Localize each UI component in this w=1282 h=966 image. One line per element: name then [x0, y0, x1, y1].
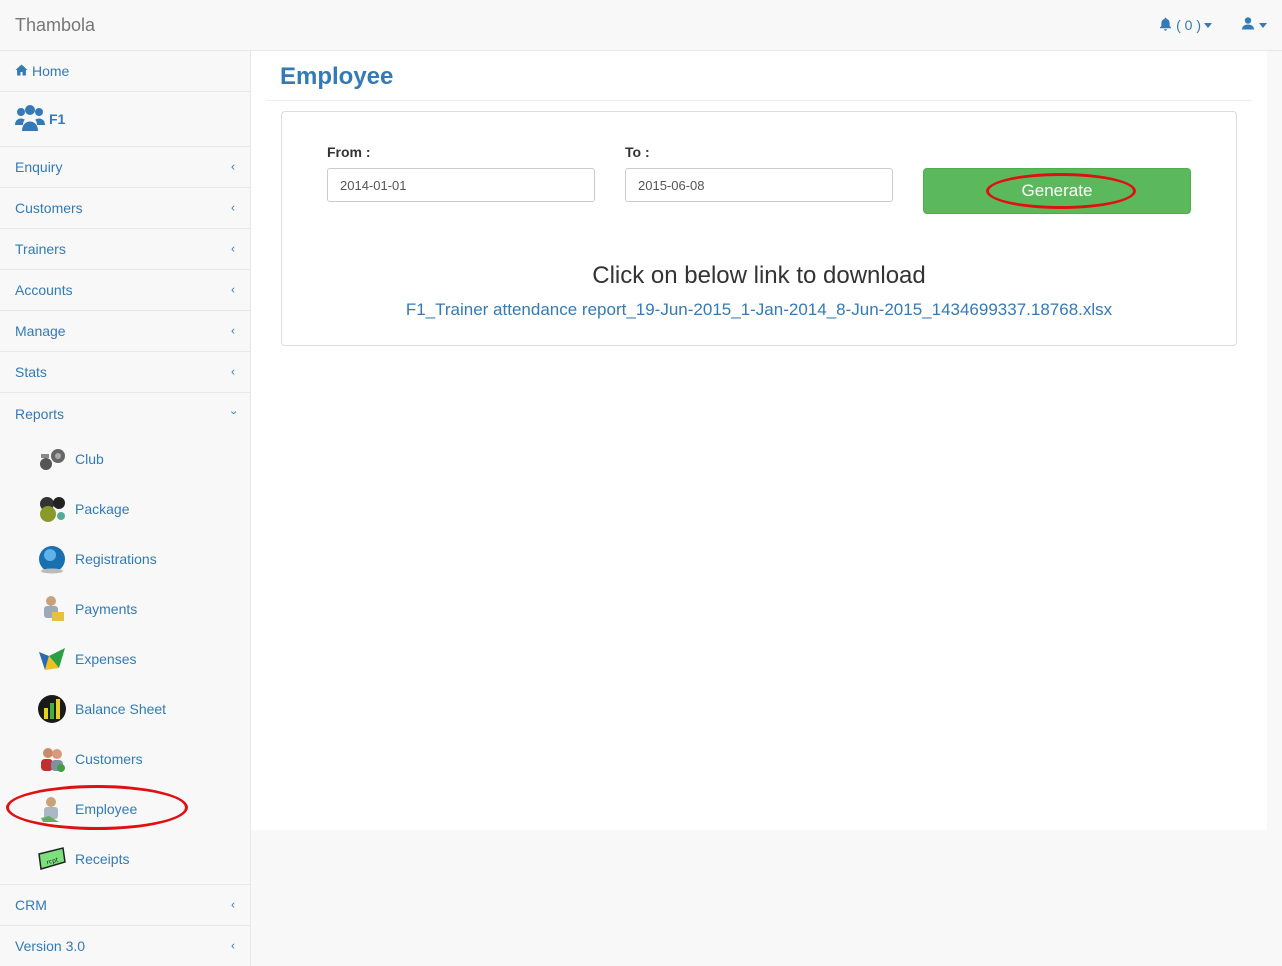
notification-count: ( 0 ) [1176, 17, 1201, 33]
chevron-left-icon: ‹ [231, 282, 235, 297]
home-icon [15, 63, 28, 79]
sidebar-profile: F1 [0, 92, 250, 147]
expenses-icon [37, 644, 67, 674]
sidebar: Home F1 Enquiry ‹ Customers ‹ Trainers ‹… [0, 51, 251, 966]
chevron-left-icon: ‹ [231, 323, 235, 338]
chevron-left-icon: ‹ [231, 938, 235, 953]
sidebar-item-customers[interactable]: Customers ‹ [0, 188, 250, 229]
report-panel: From : To : Generate Click on below link… [281, 111, 1237, 346]
balance-sheet-icon [37, 694, 67, 724]
bell-icon [1159, 17, 1172, 34]
notifications-dropdown[interactable]: ( 0 ) [1144, 0, 1227, 50]
package-icon [37, 494, 67, 524]
profile-name: F1 [49, 111, 66, 127]
report-item-club[interactable]: Club [0, 434, 250, 484]
page-title: Employee [280, 63, 394, 90]
report-item-label: Receipts [75, 851, 130, 867]
report-item-package[interactable]: Package [0, 484, 250, 534]
report-item-label: Expenses [75, 651, 137, 667]
payments-icon [37, 594, 67, 624]
sidebar-item-label: Reports [15, 405, 65, 422]
chevron-left-icon: ‹ [231, 241, 235, 256]
registrations-icon [37, 544, 67, 574]
report-item-customers[interactable]: Customers [0, 734, 250, 784]
sidebar-item-trainers[interactable]: Trainers ‹ [0, 229, 250, 270]
generate-button[interactable]: Generate [923, 168, 1191, 214]
sidebar-item-label: Home [32, 63, 70, 79]
sidebar-item-reports[interactable]: Reports ‹ [0, 393, 250, 434]
sidebar-item-manage[interactable]: Manage ‹ [0, 311, 250, 352]
report-item-label: Registrations [75, 551, 157, 567]
main-content: Employee From : To : Generate Click on b… [251, 51, 1267, 830]
report-item-label: Employee [75, 801, 138, 817]
sidebar-item-version[interactable]: Version 3.0 ‹ [0, 926, 250, 966]
report-item-registrations[interactable]: Registrations [0, 534, 250, 584]
sidebar-item-label: Stats [15, 364, 47, 380]
download-link[interactable]: F1_Trainer attendance report_19-Jun-2015… [282, 300, 1236, 320]
chevron-down-icon [1259, 22, 1267, 28]
app-brand[interactable]: Thambola [15, 15, 95, 36]
from-date-field[interactable] [327, 168, 595, 202]
user-menu-dropdown[interactable] [1227, 0, 1282, 50]
report-item-label: Customers [75, 751, 143, 767]
download-prompt: Click on below link to download [592, 262, 926, 289]
sidebar-item-enquiry[interactable]: Enquiry ‹ [0, 147, 250, 188]
chevron-left-icon: ‹ [231, 364, 235, 379]
sidebar-item-label: Enquiry [15, 159, 63, 175]
sidebar-item-stats[interactable]: Stats ‹ [0, 352, 250, 393]
sidebar-item-label: Customers [15, 200, 83, 216]
to-date-field[interactable] [625, 168, 893, 202]
report-item-expenses[interactable]: Expenses [0, 634, 250, 684]
from-label: From : [327, 144, 371, 160]
chevron-left-icon: ‹ [231, 897, 235, 912]
chevron-left-icon: ‹ [231, 200, 235, 215]
customers-icon [37, 744, 67, 774]
employee-icon [37, 794, 67, 824]
sidebar-item-label: Trainers [15, 241, 66, 257]
chevron-left-icon: ‹ [231, 159, 235, 174]
sidebar-item-home[interactable]: Home [0, 51, 250, 92]
navbar-right: ( 0 ) [1144, 0, 1282, 50]
report-item-balance-sheet[interactable]: Balance Sheet [0, 684, 250, 734]
report-item-label: Balance Sheet [75, 701, 167, 717]
sidebar-item-label: Accounts [15, 282, 73, 298]
club-icon [37, 444, 67, 474]
receipts-icon: rcpt [37, 844, 67, 874]
sidebar-item-label: Manage [15, 323, 66, 339]
sidebar-item-crm[interactable]: CRM ‹ [0, 885, 250, 926]
report-item-label: Club [75, 451, 104, 467]
title-divider [266, 100, 1252, 101]
report-item-payments[interactable]: Payments [0, 584, 250, 634]
sidebar-item-label: CRM [15, 897, 47, 913]
users-icon [15, 104, 45, 134]
report-item-label: Payments [75, 601, 138, 617]
chevron-down-icon [1204, 22, 1212, 28]
chevron-down-icon: ‹ [226, 410, 240, 415]
sidebar-item-accounts[interactable]: Accounts ‹ [0, 270, 250, 311]
reports-submenu: Club Package Registrations Payments Expe… [0, 434, 250, 885]
report-item-label: Package [75, 501, 130, 517]
to-label: To : [625, 144, 650, 160]
sidebar-item-label: Version 3.0 [15, 938, 86, 954]
top-navbar: Thambola ( 0 ) [0, 0, 1282, 51]
report-item-employee[interactable]: Employee [0, 784, 250, 834]
report-item-receipts[interactable]: rcpt Receipts [0, 834, 250, 884]
user-icon [1242, 17, 1256, 33]
